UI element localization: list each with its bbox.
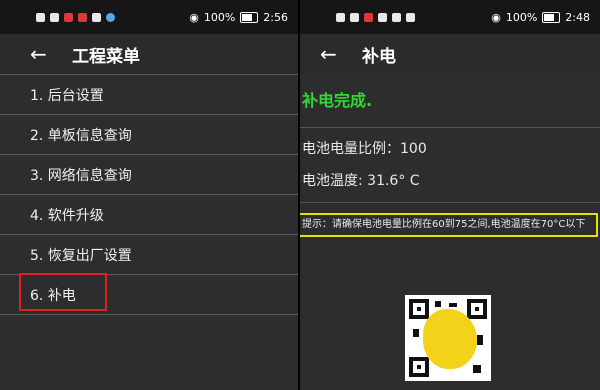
notification-icon xyxy=(364,12,373,22)
signal-icon xyxy=(36,12,45,22)
wifi-icon xyxy=(50,12,59,22)
message-icon xyxy=(378,12,387,22)
qr-finder xyxy=(467,299,487,319)
menu-item-software-upgrade[interactable]: 4. 软件升级 xyxy=(0,195,298,235)
battery-percent: 100% xyxy=(505,10,538,24)
menu-item-board-info[interactable]: 2. 单板信息查询 xyxy=(0,115,298,155)
battery-ratio: 电池电量比例：100 xyxy=(302,141,427,157)
page-title: 补电 xyxy=(362,46,396,67)
battery-icon xyxy=(240,11,259,23)
clock: 2:48 xyxy=(565,10,590,24)
signal-icon xyxy=(336,12,345,22)
app-icon xyxy=(106,12,115,22)
status-icons xyxy=(336,12,415,22)
bell-icon xyxy=(392,12,401,22)
tip-box: 提示：请确保电池电量比例在60到75之间,电池温度在70°C以下 xyxy=(300,213,598,237)
battery-temperature: 电池温度: 31.6° C xyxy=(302,173,420,189)
eye-icon: ◉ xyxy=(491,10,501,24)
status-message: 补电完成. xyxy=(302,91,373,110)
supplement-charge-screen: ◉ 100% 2:48 ← 补电 补电完成. 电池电量比例：100 电池温度: … xyxy=(300,0,600,390)
qr-module xyxy=(413,329,419,337)
engineering-menu-list: 1. 后台设置 2. 单板信息查询 3. 网络信息查询 4. 软件升级 5. 恢… xyxy=(0,75,298,315)
app-bar: ← 补电 xyxy=(300,34,600,74)
bell-icon xyxy=(92,12,101,22)
screen: ◉ 100% 2:56 ← 工程菜单 1. 后台设置 2. 单板信息查询 3. … xyxy=(0,0,600,390)
menu-item-background-settings[interactable]: 1. 后台设置 xyxy=(0,75,298,115)
menu-item-supplement-charge[interactable]: 6. 补电 xyxy=(0,273,298,315)
close-icon xyxy=(406,12,415,22)
clock: 2:56 xyxy=(263,10,288,24)
qr-finder xyxy=(409,299,429,319)
status-icons xyxy=(36,12,115,22)
qr-module xyxy=(473,365,481,373)
notification-icon xyxy=(78,12,87,22)
qr-overlay-blot xyxy=(423,309,477,369)
divider xyxy=(300,202,600,203)
qr-code-image xyxy=(405,295,491,381)
app-bar: ← 工程菜单 xyxy=(0,34,298,74)
notification-icon xyxy=(64,12,73,22)
wifi-icon xyxy=(350,12,359,22)
status-bar: ◉ 100% 2:56 xyxy=(0,0,298,34)
qr-module xyxy=(449,303,457,307)
battery-icon xyxy=(542,11,561,23)
qr-module xyxy=(477,335,483,345)
menu-item-network-info[interactable]: 3. 网络信息查询 xyxy=(0,155,298,195)
arrow-left-icon[interactable]: ← xyxy=(30,44,50,64)
engineering-menu-screen: ◉ 100% 2:56 ← 工程菜单 1. 后台设置 2. 单板信息查询 3. … xyxy=(0,0,298,390)
divider xyxy=(300,127,600,128)
battery-percent: 100% xyxy=(203,10,236,24)
qr-finder xyxy=(409,357,429,377)
qr-module xyxy=(435,301,441,307)
status-bar: ◉ 100% 2:48 xyxy=(300,0,600,34)
eye-icon: ◉ xyxy=(189,10,199,24)
arrow-left-icon[interactable]: ← xyxy=(320,44,340,64)
menu-item-factory-reset[interactable]: 5. 恢复出厂设置 xyxy=(0,235,298,275)
page-title: 工程菜单 xyxy=(72,46,140,67)
